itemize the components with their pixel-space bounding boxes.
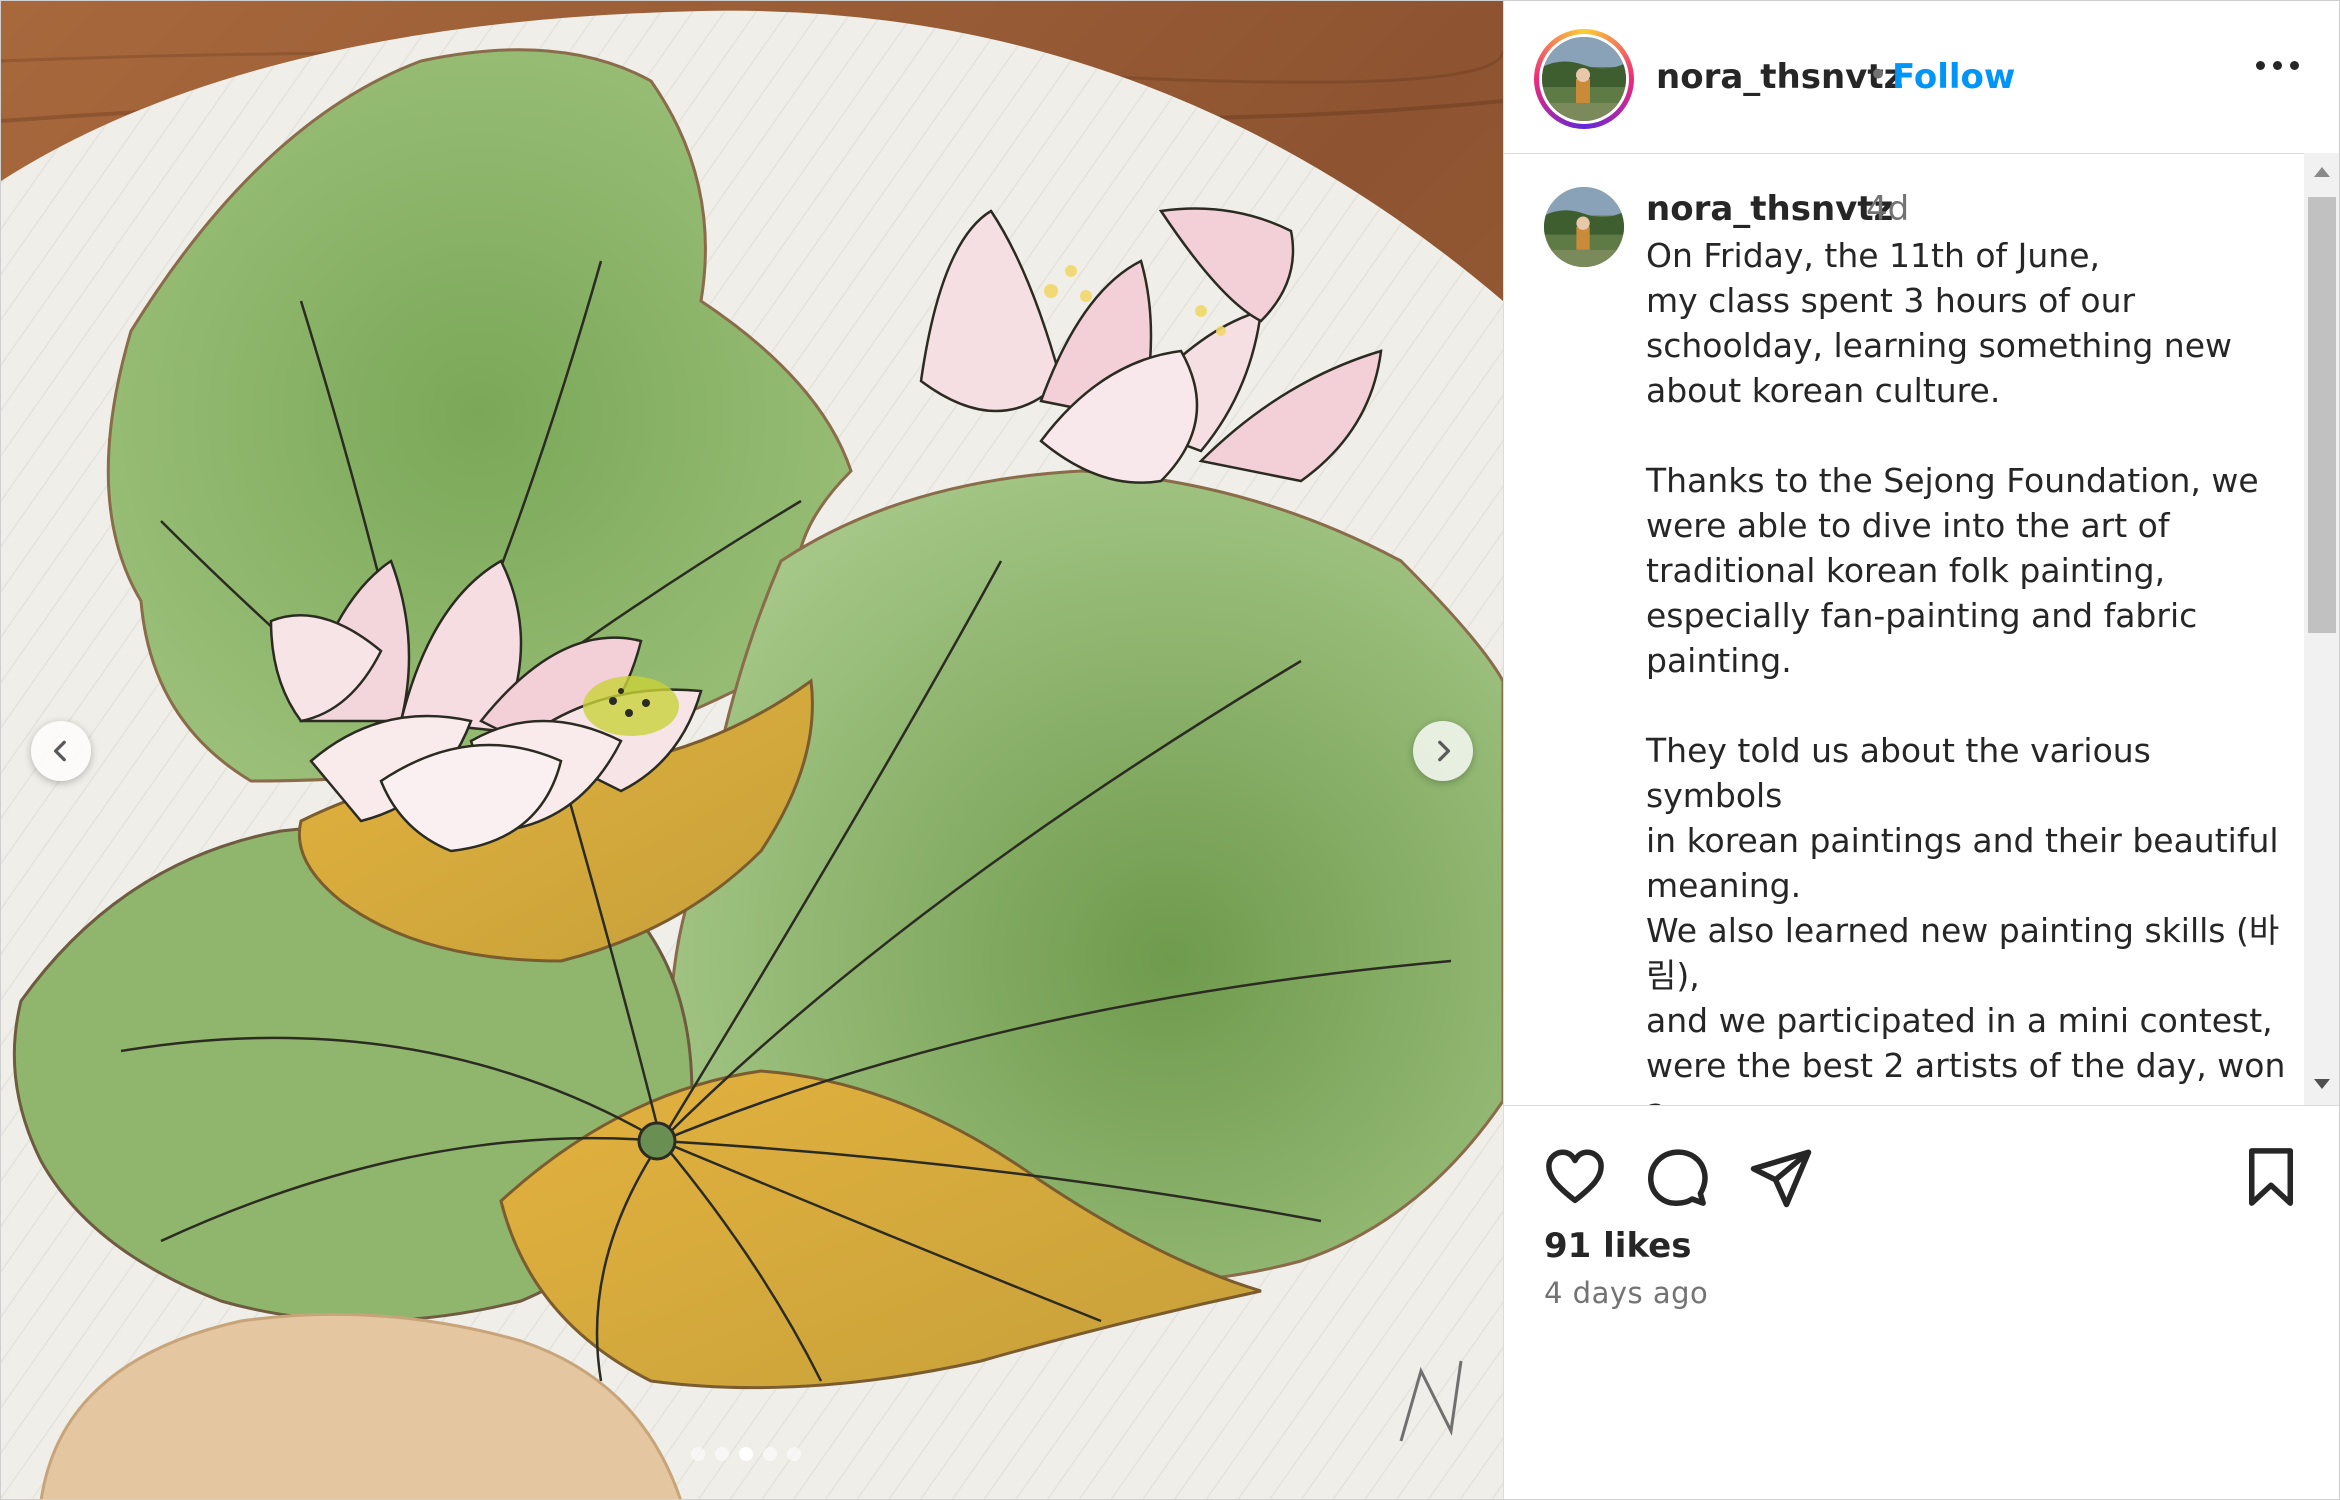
carousel-dot [763, 1447, 777, 1461]
caption-avatar[interactable] [1544, 187, 1624, 267]
caption-blank-line [1646, 683, 2294, 728]
caption-line: about korean culture. [1646, 371, 2001, 410]
caption-line: painting. [1646, 641, 1792, 680]
caption-timestamp[interactable]: 4d [1866, 189, 1909, 229]
bookmark-icon[interactable] [2238, 1144, 2304, 1210]
header-username[interactable]: nora_thsnvtz [1656, 57, 1903, 97]
carousel-indicator [691, 1447, 801, 1461]
carousel-next-button[interactable] [1413, 721, 1473, 781]
caption-line: were able to dive into the art of [1646, 506, 2170, 545]
caption-blank-line [1646, 413, 2294, 458]
caption-line: On Friday, the 11th of June, [1646, 236, 2101, 275]
more-horizontal-icon[interactable] [2256, 61, 2299, 70]
caption-line: my class spent 3 hours of our [1646, 281, 2136, 320]
painted-fan-photo [1, 1, 1503, 1499]
caption-username[interactable]: nora_thsnvtz [1646, 189, 1893, 229]
header-avatar[interactable] [1534, 29, 1634, 129]
caption-line: traditional korean folk painting, [1646, 551, 2166, 590]
carousel-dot [739, 1447, 753, 1461]
caption-line: Thanks to the Sejong Foundation, we [1646, 461, 2259, 500]
carousel-dot [691, 1447, 705, 1461]
caption-line: 림), [1646, 956, 1700, 995]
caption-text: On Friday, the 11th of June, my class spe… [1646, 233, 2294, 1105]
post-date: 4 days ago [1544, 1276, 1709, 1310]
caption-line: meaning. [1646, 866, 1802, 905]
caption-line: were the best 2 artists of the day, won … [1646, 1046, 2286, 1105]
instagram-post-window: nora_thsnvtz • Follow nora_thsnvtz 4d On… [0, 0, 2340, 1500]
caption-line: schoolday, learning something new [1646, 326, 2233, 365]
caption-line: in korean paintings and their beautiful [1646, 821, 2279, 860]
carousel-dot [715, 1447, 729, 1461]
comment-icon[interactable] [1644, 1144, 1710, 1210]
scrollbar-thumb[interactable] [2308, 197, 2336, 633]
chevron-left-icon [53, 740, 66, 762]
scroll-up-arrow-icon[interactable] [2314, 167, 2330, 177]
post-media [1, 1, 1503, 1499]
caption-line: and we participated in a mini contest, [1646, 1001, 2273, 1040]
post-side-panel: nora_thsnvtz • Follow nora_thsnvtz 4d On… [1503, 1, 2339, 1499]
post-actions: 91 likes 4 days ago [1504, 1105, 2339, 1499]
avatar-image [1542, 37, 1626, 121]
caption-line: We also learned new painting skills (바 [1646, 911, 2280, 950]
paper-plane-icon[interactable] [1748, 1144, 1814, 1210]
chevron-right-icon [1438, 740, 1451, 762]
carousel-prev-button[interactable] [31, 721, 91, 781]
caption-scrollbar[interactable] [2304, 153, 2339, 1105]
likes-count[interactable]: 91 likes [1544, 1226, 1691, 1266]
post-header: nora_thsnvtz • Follow [1504, 1, 2339, 154]
caption-line: They told us about the various symbols [1646, 731, 2151, 815]
header-separator: • [1868, 55, 1889, 95]
caption-scroll-area[interactable]: nora_thsnvtz 4d On Friday, the 11th of J… [1504, 153, 2339, 1105]
scroll-down-arrow-icon[interactable] [2314, 1079, 2330, 1089]
follow-button[interactable]: Follow [1892, 57, 2015, 97]
heart-icon[interactable] [1542, 1144, 1608, 1210]
carousel-dot [787, 1447, 801, 1461]
caption-line: especially fan-painting and fabric [1646, 596, 2198, 635]
